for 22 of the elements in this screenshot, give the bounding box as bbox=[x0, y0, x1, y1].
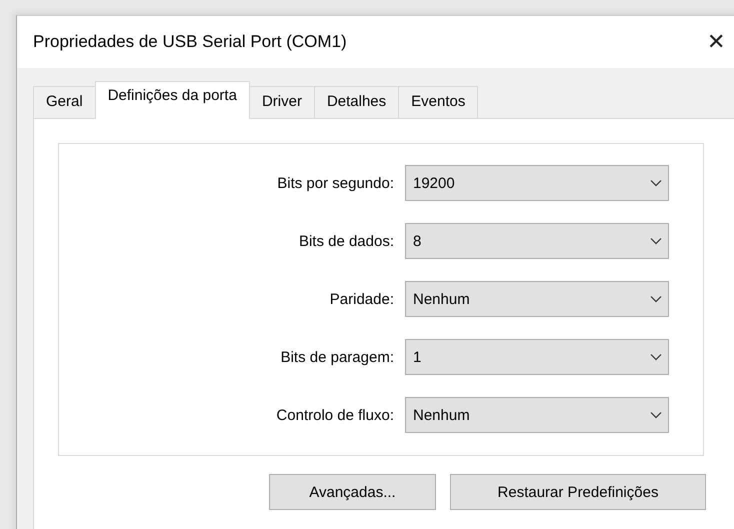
dropdown[interactable]: Nenhum bbox=[405, 397, 669, 433]
window-title: Propriedades de USB Serial Port (COM1) bbox=[33, 32, 348, 52]
field-label: Paridade: bbox=[328, 290, 395, 308]
restore-defaults-button[interactable]: Restaurar Predefinições bbox=[450, 474, 706, 510]
dropdown[interactable]: 8 bbox=[405, 223, 669, 259]
field-label: Bits de paragem: bbox=[280, 348, 395, 366]
tab[interactable]: Eventos bbox=[398, 86, 478, 118]
chevron-down-icon bbox=[650, 411, 662, 419]
tab[interactable]: Geral bbox=[33, 86, 96, 118]
close-button[interactable]: ✕ bbox=[703, 29, 729, 55]
dropdown[interactable]: Nenhum bbox=[405, 281, 669, 317]
field-label: Controlo de fluxo: bbox=[275, 406, 395, 424]
field-label: Bits de dados: bbox=[298, 232, 395, 250]
field-label: Bits por segundo: bbox=[276, 174, 395, 192]
advanced-button[interactable]: Avançadas... bbox=[269, 474, 436, 510]
chevron-down-icon bbox=[650, 237, 662, 245]
chevron-down-icon bbox=[650, 179, 662, 187]
dropdown[interactable]: 1 bbox=[405, 339, 669, 375]
tab[interactable]: Definições da porta bbox=[94, 81, 250, 119]
chevron-down-icon bbox=[650, 295, 662, 303]
dropdown[interactable]: 19200 bbox=[405, 165, 669, 201]
chevron-down-icon bbox=[650, 353, 662, 361]
